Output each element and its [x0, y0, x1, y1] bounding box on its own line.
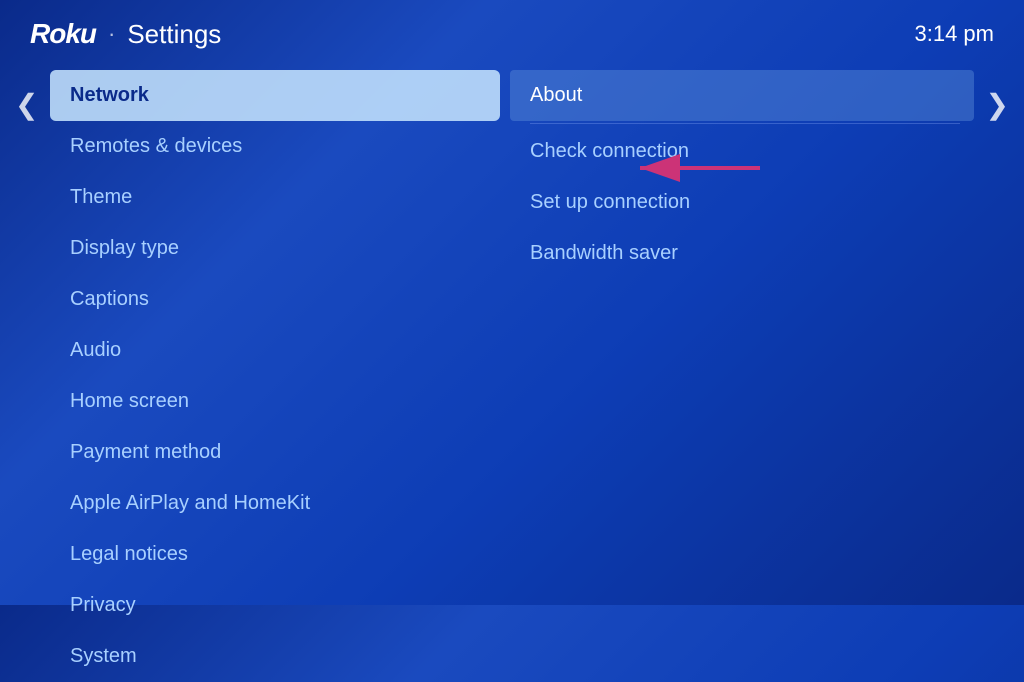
divider — [530, 123, 960, 124]
nav-left-arrow[interactable]: ❮ — [0, 70, 50, 682]
arrow-icon — [630, 148, 760, 188]
left-menu-item-apple-airplay-and-homekit[interactable]: Apple AirPlay and HomeKit — [50, 478, 500, 529]
left-menu-item-theme[interactable]: Theme — [50, 172, 500, 223]
header: Roku · Settings 3:14 pm — [0, 0, 1024, 60]
left-menu-item-network[interactable]: Network — [50, 70, 500, 121]
left-menu-item-display-type[interactable]: Display type — [50, 223, 500, 274]
header-left: Roku · Settings — [30, 18, 221, 50]
annotation-arrow — [630, 148, 760, 188]
left-menu-item-audio[interactable]: Audio — [50, 325, 500, 376]
main-content: ❮ NetworkRemotes & devicesThemeDisplay t… — [0, 60, 1024, 682]
left-menu-item-payment-method[interactable]: Payment method — [50, 427, 500, 478]
left-menu-item-home-screen[interactable]: Home screen — [50, 376, 500, 427]
roku-logo: Roku — [30, 18, 96, 50]
header-separator: · — [108, 21, 115, 47]
left-menu-item-system[interactable]: System — [50, 631, 500, 682]
right-menu-item-about[interactable]: About — [510, 70, 974, 121]
left-menu-item-legal-notices[interactable]: Legal notices — [50, 529, 500, 580]
right-menu-item-bandwidth-saver[interactable]: Bandwidth saver — [510, 228, 974, 279]
left-menu-item-captions[interactable]: Captions — [50, 274, 500, 325]
left-menu-item-remotes-&-devices[interactable]: Remotes & devices — [50, 121, 500, 172]
left-menu-item-privacy[interactable]: Privacy — [50, 580, 500, 631]
clock: 3:14 pm — [915, 21, 995, 47]
left-menu: NetworkRemotes & devicesThemeDisplay typ… — [50, 70, 500, 682]
page-title: Settings — [127, 19, 221, 50]
nav-right-arrow[interactable]: ❯ — [974, 70, 1024, 682]
